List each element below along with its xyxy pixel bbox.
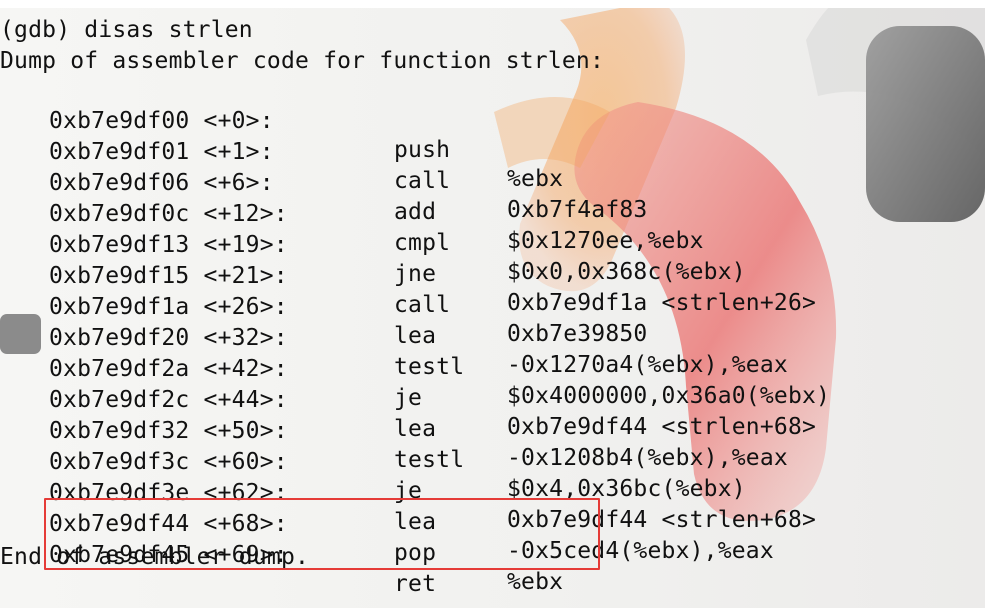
assembly-row: 0xb7e9df3c <+60>: je 0xb7e9df44 <strlen+…	[0, 419, 816, 533]
instruction-operands: 0xb7f4af83	[507, 197, 648, 223]
instruction-mnemonic: lea	[394, 416, 437, 442]
assembly-row: 0xb7e9df1a <+26>: lea -0x1270a4(%ebx),%e…	[0, 264, 788, 378]
instruction-operands: -0x1208b4(%ebx),%eax	[507, 445, 788, 471]
highlighted-instruction-box	[44, 498, 600, 570]
assembly-row: 0xb7e9df0c <+12>: cmpl $0x0,0x368c(%ebx)	[0, 171, 746, 285]
instruction-address: 0xb7e9df15 <+21>:	[49, 263, 288, 289]
assembler-dump-header: Dump of assembler code for function strl…	[0, 48, 605, 74]
instruction-address: 0xb7e9df01 <+1>:	[49, 139, 274, 165]
instruction-operands: %ebx	[507, 166, 564, 192]
instruction-mnemonic: ret	[394, 571, 437, 597]
instruction-address: 0xb7e9df2c <+44>:	[49, 387, 288, 413]
instruction-mnemonic: push	[394, 137, 451, 163]
instruction-mnemonic: lea	[394, 323, 437, 349]
assembly-row: 0xb7e9df32 <+50>: testl $0x4,0x36bc(%ebx…	[0, 388, 746, 502]
instruction-mnemonic: jne	[394, 261, 437, 287]
instruction-mnemonic: add	[394, 199, 437, 225]
instruction-address: 0xb7e9df06 <+6>:	[49, 170, 274, 196]
instruction-address: 0xb7e9df3c <+60>:	[49, 449, 288, 475]
instruction-address: 0xb7e9df20 <+32>:	[49, 325, 288, 351]
instruction-address: 0xb7e9df0c <+12>:	[49, 201, 288, 227]
instruction-operands: 0xb7e39850	[507, 321, 648, 347]
assembly-row: 0xb7e9df2a <+42>: je 0xb7e9df44 <strlen+…	[0, 326, 816, 440]
assembly-row: 0xb7e9df3e <+62>: lea -0x5ced4(%ebx),%ea…	[0, 450, 774, 564]
gdb-command-line: (gdb) disas strlen	[0, 17, 253, 43]
instruction-mnemonic: je	[394, 385, 423, 411]
instruction-operands: 0xb7e9df44 <strlen+68>	[507, 414, 817, 440]
instruction-mnemonic: testl	[394, 447, 465, 473]
instruction-address: 0xb7e9df2a <+42>:	[49, 356, 288, 382]
instruction-operands: $0x1270ee,%ebx	[507, 228, 704, 254]
gdb-terminal[interactable]: (gdb) disas strlen Dump of assembler cod…	[0, 0, 985, 608]
instruction-address: 0xb7e9df00 <+0>:	[49, 108, 274, 134]
orange-wallpaper-arc	[494, 97, 610, 168]
assembly-row: 0xb7e9df15 <+21>: call 0xb7e39850	[0, 233, 647, 347]
instruction-mnemonic: cmpl	[394, 230, 451, 256]
assembly-row: 0xb7e9df06 <+6>: add $0x1270ee,%ebx	[0, 140, 703, 254]
gray-wallpaper-ring	[806, 0, 985, 160]
top-window-edge	[0, 0, 985, 8]
instruction-operands: $0x4000000,0x36a0(%ebx)	[507, 383, 831, 409]
instruction-address: 0xb7e9df13 <+19>:	[49, 232, 288, 258]
instruction-operands: -0x1270a4(%ebx),%eax	[507, 352, 788, 378]
assembly-row: 0xb7e9df01 <+1>: call 0xb7f4af83	[0, 109, 647, 223]
instruction-mnemonic: testl	[394, 354, 465, 380]
instruction-operands: 0xb7e9df1a <strlen+26>	[507, 290, 817, 316]
assembly-row: 0xb7e9df13 <+19>: jne 0xb7e9df1a <strlen…	[0, 202, 816, 316]
instruction-operands: %ebx	[507, 569, 564, 595]
instruction-address: 0xb7e9df1a <+26>:	[49, 294, 288, 320]
assembly-row: 0xb7e9df2c <+44>: lea -0x1208b4(%ebx),%e…	[0, 357, 788, 471]
instruction-mnemonic: call	[394, 292, 451, 318]
instruction-mnemonic: call	[394, 168, 451, 194]
assembly-row: 0xb7e9df20 <+32>: testl $0x4000000,0x36a…	[0, 295, 830, 409]
instruction-operands: $0x0,0x368c(%ebx)	[507, 259, 746, 285]
instruction-address: 0xb7e9df32 <+50>:	[49, 418, 288, 444]
dark-corner-block	[866, 26, 985, 222]
assembly-row: 0xb7e9df00 <+0>: push %ebx	[0, 78, 563, 192]
